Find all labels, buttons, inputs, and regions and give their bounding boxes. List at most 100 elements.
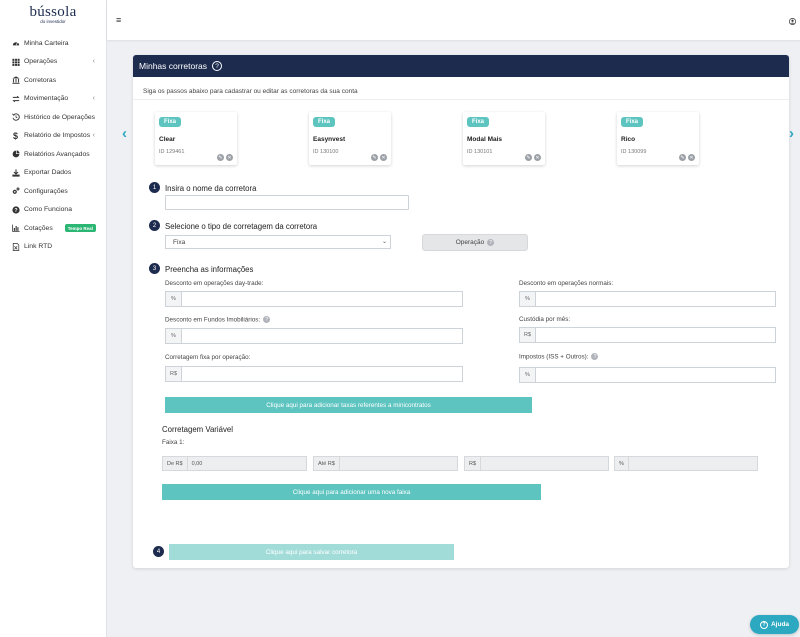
range-amount-input[interactable]: R$ [464, 456, 609, 471]
custody-label: Custódia por mês: [519, 316, 571, 323]
broker-card-modal-mais[interactable]: Fixa Modal Mais ID 130101 ✎ ✕ [463, 112, 545, 165]
step-1-number: 1 [149, 182, 160, 193]
broker-name: Rico [621, 136, 636, 143]
file-excel-icon [11, 242, 20, 251]
edit-icon[interactable]: ✎ [525, 154, 532, 161]
broker-id: ID 130099 [621, 149, 647, 155]
sidebar-item-label: Exportar Dados [24, 169, 72, 177]
user-icon[interactable] [789, 18, 796, 25]
operation-button[interactable]: Operação ? [422, 234, 528, 251]
range-from-input[interactable]: De R$ 0,00 [162, 456, 307, 471]
logo-text: bússola [29, 4, 77, 20]
save-broker-button[interactable]: Clique aqui para salvar corretora [169, 544, 454, 560]
sidebar-item-relatorio-impostos[interactable]: $ Relatório de Impostos ‹ [0, 127, 106, 146]
sidebar-item-label: Operações [24, 58, 58, 66]
help-circle-icon[interactable]: ? [263, 316, 271, 323]
delete-icon[interactable]: ✕ [688, 154, 695, 161]
input-field[interactable] [182, 367, 462, 381]
grid-icon [11, 57, 20, 66]
carousel-next-icon[interactable]: › [789, 126, 794, 141]
carousel-prev-icon[interactable]: ‹ [122, 126, 127, 141]
dashboard-icon [11, 39, 20, 48]
variable-brokerage-title: Corretagem Variável [162, 425, 233, 434]
intro-text: Siga os passos abaixo para cadastrar ou … [143, 88, 358, 95]
input-prefix: % [520, 368, 536, 382]
input-field[interactable] [536, 328, 775, 342]
custody-input[interactable]: R$ [519, 327, 776, 343]
daytrade-discount-input[interactable]: % [165, 291, 463, 307]
fixed-brokerage-label: Corretagem fixa por operação: [165, 354, 251, 361]
broker-name: Modal Mais [467, 136, 503, 143]
input-prefix: % [520, 292, 536, 306]
sidebar-item-corretoras[interactable]: Corretoras [0, 71, 106, 90]
pie-chart-icon [11, 150, 20, 159]
sidebar-item-exportar[interactable]: Exportar Dados [0, 164, 106, 183]
dollar-icon: $ [12, 130, 18, 141]
fii-discount-label: Desconto em Fundos Imobiliários:? [165, 316, 271, 324]
step-3-number: 3 [149, 263, 160, 274]
broker-name: Clear [159, 136, 176, 143]
broker-card-rico[interactable]: Fixa Rico ID 130099 ✎ ✕ [617, 112, 699, 165]
range-to-input[interactable]: Até R$ [313, 456, 458, 471]
sidebar-item-operacoes[interactable]: Operações ‹ [0, 53, 106, 72]
input-field[interactable] [182, 329, 462, 343]
edit-icon[interactable]: ✎ [217, 154, 224, 161]
sidebar-item-historico[interactable]: Histórico de Operações [0, 108, 106, 127]
divider [133, 99, 789, 100]
input-field[interactable] [536, 292, 775, 306]
sidebar-item-relatorios-avancados[interactable]: Relatórios Avançados [0, 145, 106, 164]
delete-icon[interactable]: ✕ [380, 154, 387, 161]
sidebar-item-configuracoes[interactable]: Configurações [0, 182, 106, 201]
bar-chart-icon [11, 224, 20, 233]
sidebar-item-movimentacao[interactable]: Movimentação ‹ [0, 90, 106, 109]
sidebar-item-label: Como Funciona [24, 206, 72, 214]
broker-card-clear[interactable]: Fixa Clear ID 129461 ✎ ✕ [155, 112, 237, 165]
help-circle-icon[interactable]: ? [212, 61, 223, 71]
taxes-label-text: Impostos (ISS + Outros): [519, 353, 589, 361]
range-percent-input[interactable]: % [614, 456, 758, 471]
help-button[interactable]: ? Ajuda [750, 615, 799, 634]
normal-discount-input[interactable]: % [519, 291, 776, 307]
normal-discount-label: Desconto em operações normais: [519, 280, 614, 287]
input-field[interactable] [182, 292, 462, 306]
logo[interactable]: bússola do investidor [0, 0, 106, 30]
delete-icon[interactable]: ✕ [226, 154, 233, 161]
input-field[interactable] [536, 368, 775, 382]
help-circle-icon: ? [759, 620, 768, 629]
taxes-input[interactable]: % [519, 367, 776, 383]
sidebar-item-label: Link RTD [24, 243, 53, 251]
sidebar-item-cotacoes[interactable]: Cotações Tempo Real [0, 219, 106, 238]
bank-icon [11, 76, 20, 85]
sidebar-item-minha-carteira[interactable]: Minha Carteira [0, 34, 106, 53]
brokerage-type-select[interactable]: Fixa ⌄ [165, 235, 391, 249]
delete-icon[interactable]: ✕ [534, 154, 541, 161]
sidebar-item-como-funciona[interactable]: ? Como Funciona [0, 201, 106, 220]
sidebar-nav: Minha Carteira Operações ‹ Corretoras Mo… [0, 34, 106, 256]
hamburger-menu-icon[interactable]: ≡ [116, 16, 121, 25]
broker-card-easynvest[interactable]: Fixa Easynvest ID 130100 ✎ ✕ [309, 112, 391, 165]
step-1-title: Insira o nome da corretora [165, 184, 257, 193]
sidebar-item-label: Corretoras [24, 76, 57, 84]
help-circle-icon[interactable]: ? [591, 353, 599, 360]
range-from-value: 0,00 [191, 460, 203, 467]
sidebar-item-label: Movimentação [24, 95, 69, 103]
help-circle-icon: ? [487, 239, 495, 246]
step-4-number: 4 [153, 546, 164, 557]
sidebar-item-link-rtd[interactable]: Link RTD [0, 238, 106, 257]
fii-discount-input[interactable]: % [165, 328, 463, 344]
edit-icon[interactable]: ✎ [371, 154, 378, 161]
input-prefix: De R$ [163, 457, 188, 470]
broker-name: Easynvest [313, 136, 346, 143]
add-minicontract-fees-button[interactable]: Clique aqui para adicionar taxas referen… [165, 397, 532, 413]
broker-name-input[interactable] [165, 195, 409, 210]
add-range-button[interactable]: Clique aqui para adicionar uma nova faix… [162, 484, 541, 500]
edit-icon[interactable]: ✎ [679, 154, 686, 161]
input-prefix: % [615, 457, 629, 470]
sidebar-item-label: Relatórios Avançados [24, 150, 90, 158]
input-prefix: % [166, 329, 182, 343]
realtime-badge: Tempo Real [64, 224, 96, 233]
operation-button-label: Operação [455, 239, 485, 246]
fixed-brokerage-input[interactable]: R$ [165, 366, 463, 382]
chevron-left-icon: ‹ [92, 57, 95, 65]
step-2-title: Selecione o tipo de corretagem da corret… [165, 222, 318, 231]
